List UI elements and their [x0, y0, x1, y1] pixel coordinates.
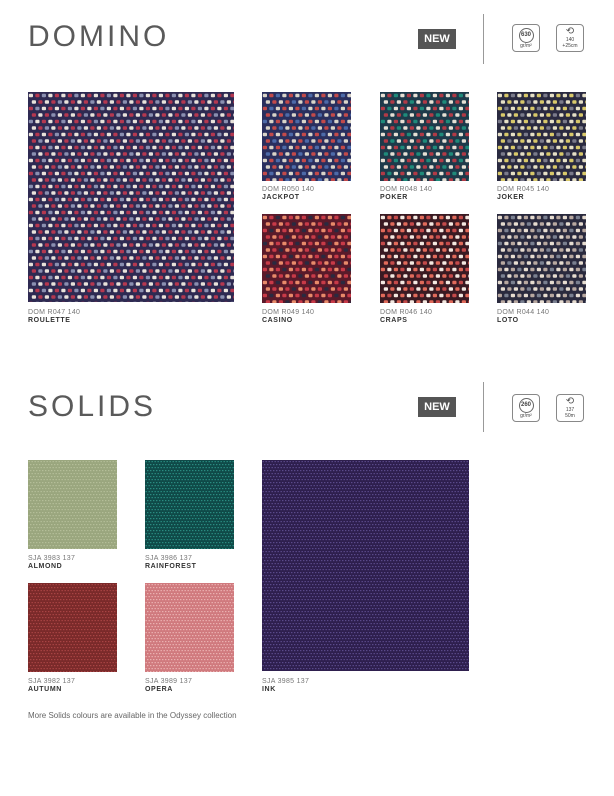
- swatch-name: JOKER: [497, 194, 525, 201]
- solids-section-title: SOLIDS: [28, 390, 157, 423]
- weight-value: 630: [518, 27, 534, 43]
- swatch-name: INK: [262, 686, 276, 693]
- swatch-name: LOTO: [497, 317, 519, 324]
- swatch-rainforest[interactable]: [145, 460, 234, 549]
- swatch-code: SJA 3985 137: [262, 678, 310, 685]
- weight-unit: gr/m²: [520, 42, 532, 49]
- swatch-name: RAINFOREST: [145, 563, 197, 570]
- solids-new-badge: NEW: [418, 397, 456, 417]
- swatch-code: SJA 3983 137: [28, 555, 76, 562]
- swatch-code: DOM R050 140: [262, 186, 315, 193]
- swatch-code: SJA 3986 137: [145, 555, 193, 562]
- swatch-name: OPERA: [145, 686, 173, 693]
- swatch-poker[interactable]: [380, 92, 469, 181]
- swatch-code: DOM R045 140: [497, 186, 550, 193]
- swatch-ink[interactable]: [262, 460, 469, 671]
- weight-value: 260: [518, 397, 534, 413]
- swatch-name: POKER: [380, 194, 408, 201]
- swatch-roulette[interactable]: [28, 92, 234, 302]
- swatch-joker[interactable]: [497, 92, 586, 181]
- swatch-craps[interactable]: [380, 214, 469, 303]
- swatch-code: SJA 3989 137: [145, 678, 193, 685]
- footnote: More Solids colours are available in the…: [28, 711, 237, 720]
- roll-width-icon: ⟲ 137 50m: [556, 394, 584, 422]
- swatch-jackpot[interactable]: [262, 92, 351, 181]
- swatch-casino[interactable]: [262, 214, 351, 303]
- swatch-name: ALMOND: [28, 563, 63, 570]
- swatch-name: CASINO: [262, 317, 293, 324]
- swatch-code: DOM R049 140: [262, 309, 315, 316]
- swatch-almond[interactable]: [28, 460, 117, 549]
- swatch-name: AUTUMN: [28, 686, 62, 693]
- width-note: +25cm: [562, 43, 578, 49]
- swatch-autumn[interactable]: [28, 583, 117, 672]
- swatch-loto[interactable]: [497, 214, 586, 303]
- swatch-code: DOM R046 140: [380, 309, 433, 316]
- weight-unit: gr/m²: [520, 412, 532, 419]
- domino-section-title: DOMINO: [28, 20, 170, 53]
- swatch-code: DOM R044 140: [497, 309, 550, 316]
- weight-icon: 260 gr/m²: [512, 394, 540, 422]
- swatch-name: ROULETTE: [28, 317, 71, 324]
- domino-divider: [483, 14, 484, 64]
- swatch-code: SJA 3982 137: [28, 678, 76, 685]
- weight-icon: 630 gr/m²: [512, 24, 540, 52]
- width-note: 50m: [565, 413, 575, 419]
- swatch-code: DOM R048 140: [380, 186, 433, 193]
- swatch-name: CRAPS: [380, 317, 408, 324]
- roll-width-icon: ⟲ 140 +25cm: [556, 24, 584, 52]
- solids-divider: [483, 382, 484, 432]
- swatch-code: DOM R047 140: [28, 309, 81, 316]
- swatch-opera[interactable]: [145, 583, 234, 672]
- swatch-name: JACKPOT: [262, 194, 300, 201]
- domino-new-badge: NEW: [418, 29, 456, 49]
